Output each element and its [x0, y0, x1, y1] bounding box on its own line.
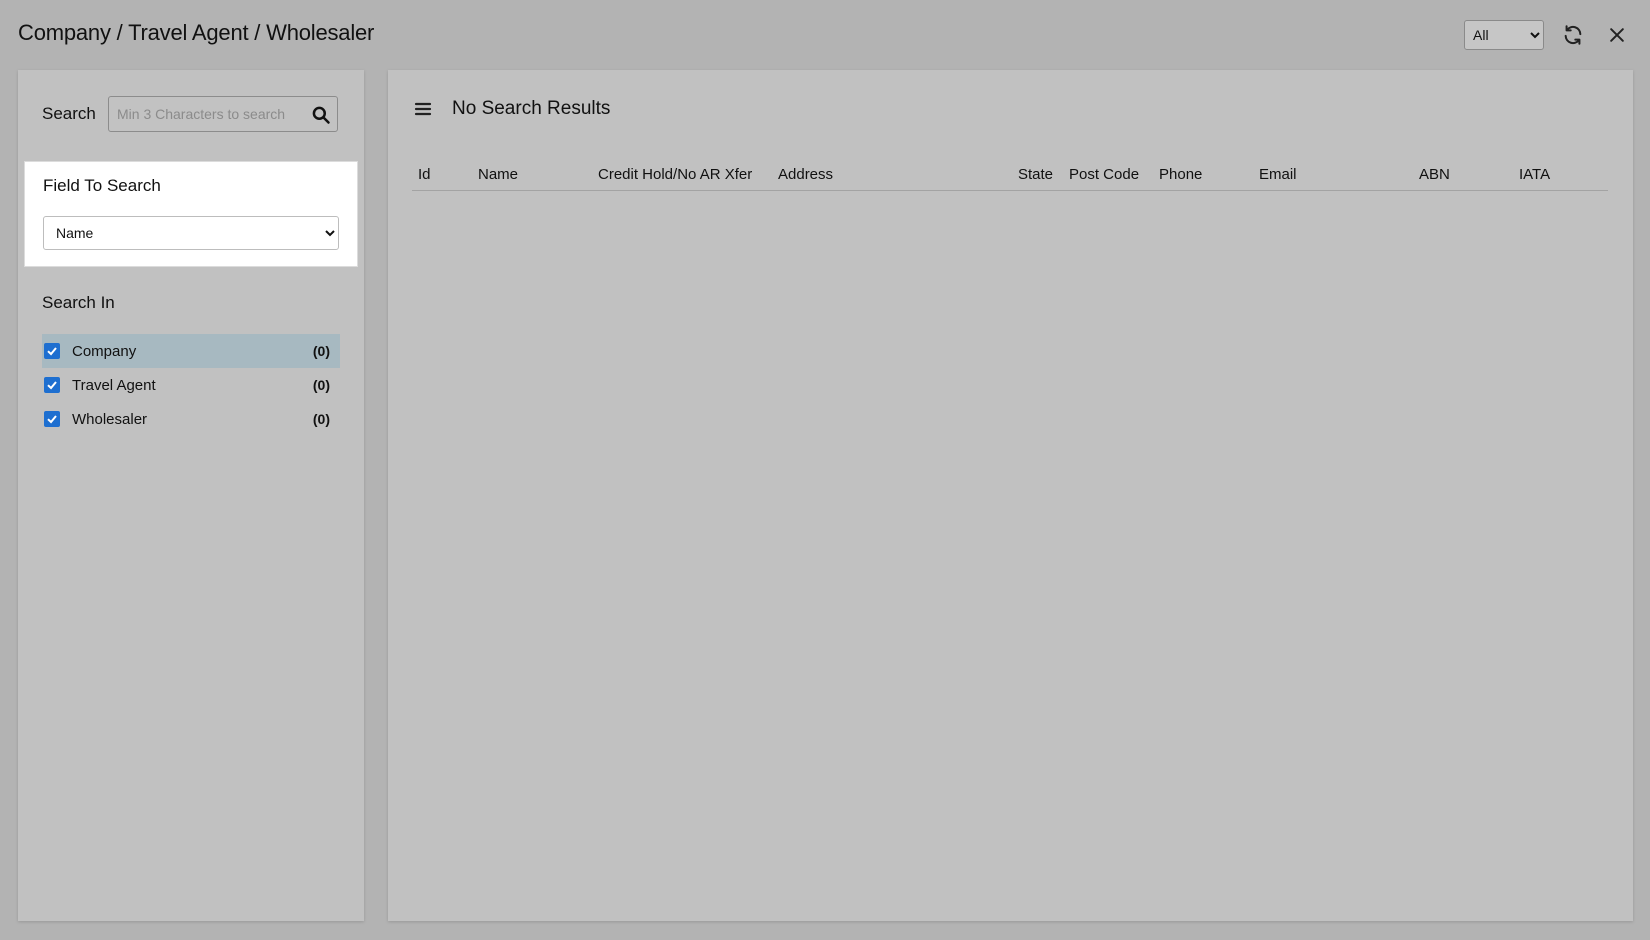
scope-select[interactable]: All — [1464, 20, 1544, 50]
refresh-icon[interactable] — [1558, 20, 1588, 50]
column-header-credit-hold[interactable]: Credit Hold/No AR Xfer — [592, 160, 772, 191]
header-controls: All — [1464, 20, 1632, 50]
column-header-state[interactable]: State — [1012, 160, 1063, 191]
source-count: (0) — [312, 377, 330, 393]
search-in-title: Search In — [42, 293, 115, 312]
search-box — [108, 96, 338, 132]
company-checkbox[interactable] — [44, 343, 60, 359]
search-in-wholesaler[interactable]: Wholesaler (0) — [42, 402, 340, 436]
column-header-phone[interactable]: Phone — [1153, 160, 1253, 191]
source-label: Travel Agent — [72, 376, 156, 394]
source-label: Company — [72, 342, 137, 360]
page-title: Company / Travel Agent / Wholesaler — [18, 20, 375, 45]
search-label: Search — [42, 104, 96, 123]
results-panel: No Search Results Id Name Credit Hold/No… — [388, 70, 1633, 921]
field-to-search-title: Field To Search — [43, 176, 161, 195]
search-icon[interactable] — [311, 105, 331, 125]
results-header: No Search Results — [414, 98, 610, 120]
column-header-post-code[interactable]: Post Code — [1063, 160, 1153, 191]
search-input[interactable] — [109, 97, 337, 131]
column-header-name[interactable]: Name — [472, 160, 592, 191]
search-in-company[interactable]: Company (0) — [42, 334, 340, 368]
search-sidebar: Search Field To Search Name Search In Co… — [18, 70, 364, 921]
field-to-search-select[interactable]: Name — [43, 216, 339, 250]
column-header-iata[interactable]: IATA — [1513, 160, 1608, 191]
table-header-row: Id Name Credit Hold/No AR Xfer Address S… — [412, 160, 1608, 191]
results-title: No Search Results — [452, 98, 611, 119]
column-header-email[interactable]: Email — [1253, 160, 1413, 191]
header-bar: Company / Travel Agent / Wholesaler All — [0, 0, 1650, 68]
source-label: Wholesaler — [72, 410, 148, 428]
source-count: (0) — [312, 343, 330, 359]
close-icon[interactable] — [1602, 20, 1632, 50]
column-header-id[interactable]: Id — [412, 160, 472, 191]
search-row: Search — [42, 96, 340, 132]
hamburger-menu-icon[interactable] — [414, 100, 432, 118]
search-in-list: Company (0) Travel Agent (0) Wholesaler … — [42, 334, 340, 436]
search-in-travel-agent[interactable]: Travel Agent (0) — [42, 368, 340, 402]
travel-agent-checkbox[interactable] — [44, 377, 60, 393]
field-to-search-card: Field To Search Name — [24, 161, 358, 267]
source-count: (0) — [312, 411, 330, 427]
wholesaler-checkbox[interactable] — [44, 411, 60, 427]
column-header-address[interactable]: Address — [772, 160, 1012, 191]
results-table: Id Name Credit Hold/No AR Xfer Address S… — [412, 160, 1608, 191]
column-header-abn[interactable]: ABN — [1413, 160, 1513, 191]
